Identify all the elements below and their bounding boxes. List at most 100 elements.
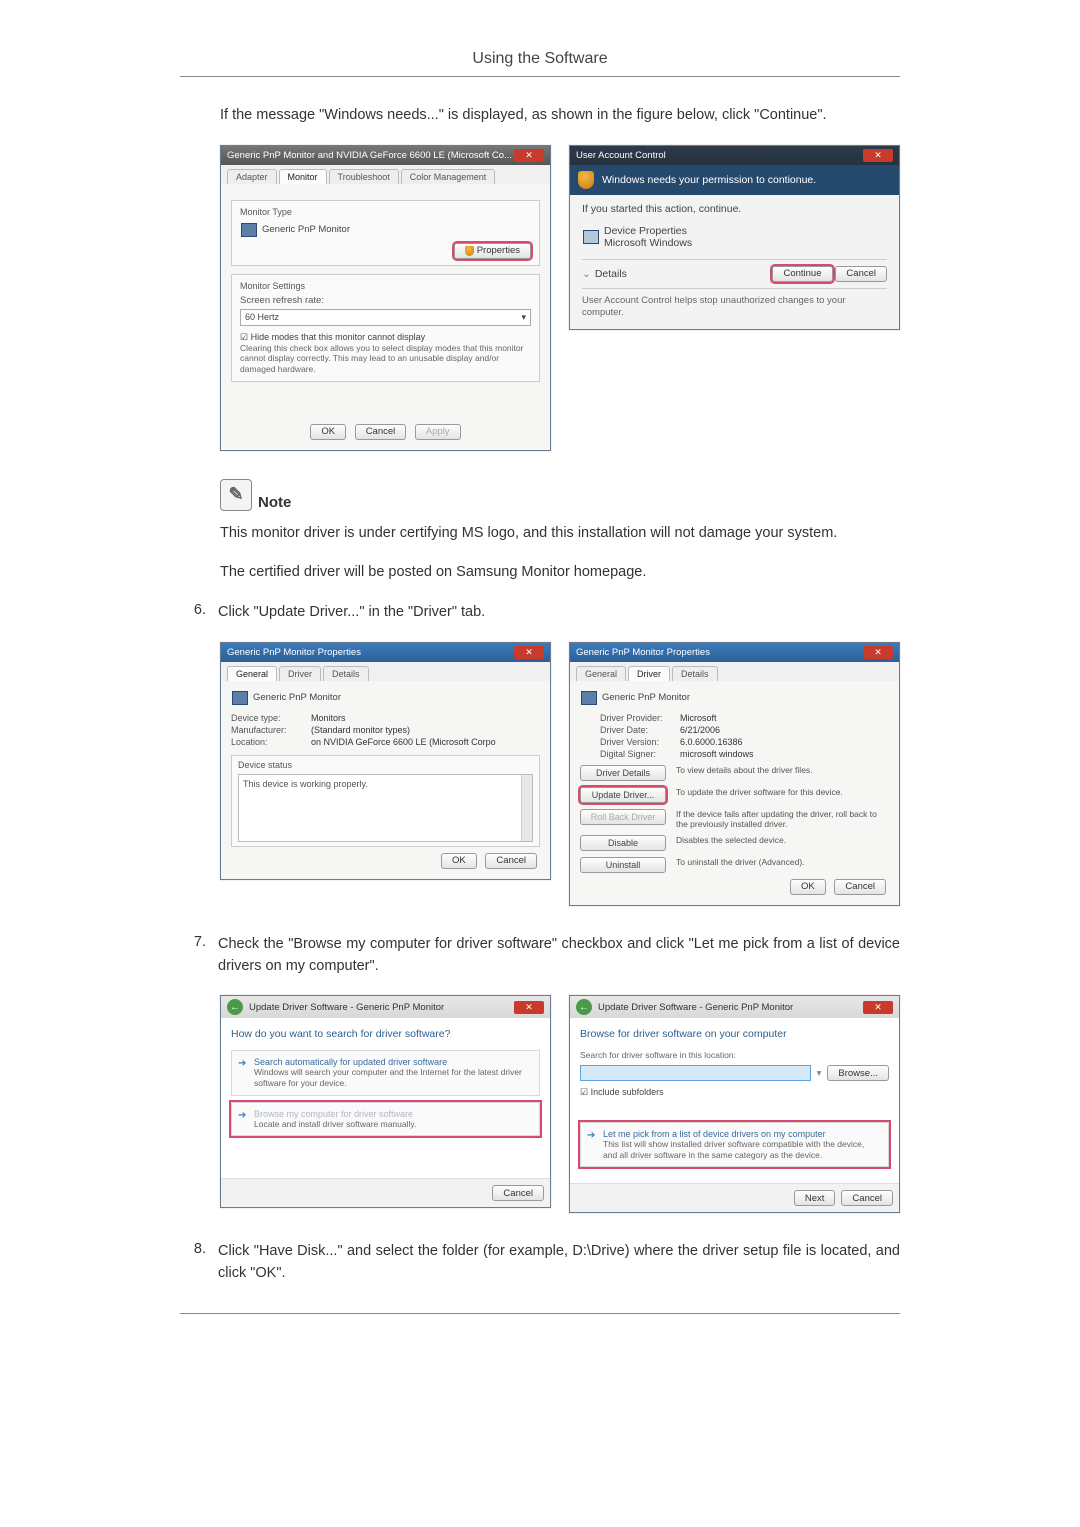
shield-icon <box>465 246 474 256</box>
close-icon[interactable]: ✕ <box>863 1001 893 1014</box>
chevron-down-icon[interactable]: ⌄ <box>582 268 591 280</box>
cancel-button[interactable]: Cancel <box>834 879 886 895</box>
update-driver-desc: To update the driver software for this d… <box>676 787 889 797</box>
device-status-label: Device status <box>238 760 533 770</box>
back-icon[interactable]: ← <box>227 999 243 1015</box>
chevron-down-icon[interactable]: ▾ <box>817 1068 822 1079</box>
uninstall-button[interactable]: Uninstall <box>580 857 666 873</box>
window-title-text: Update Driver Software - Generic PnP Mon… <box>598 1002 793 1013</box>
update-driver-button[interactable]: Update Driver... <box>580 787 666 803</box>
ok-button[interactable]: OK <box>790 879 826 895</box>
close-icon[interactable]: ✕ <box>863 646 893 659</box>
wizard-heading: How do you want to search for driver sof… <box>231 1028 540 1040</box>
tab-general[interactable]: General <box>227 666 277 681</box>
hide-modes-label: Hide modes that this monitor cannot disp… <box>251 332 426 342</box>
window-titlebar: Generic PnP Monitor Properties ✕ <box>221 643 550 662</box>
ok-button[interactable]: OK <box>310 424 346 440</box>
driver-provider-label: Driver Provider: <box>600 713 680 723</box>
note-icon: ✎ <box>220 479 252 511</box>
step-7-number: 7. <box>180 934 206 978</box>
driver-version-label: Driver Version: <box>600 737 680 747</box>
driver-details-button[interactable]: Driver Details <box>580 765 666 781</box>
include-subfolders-label: Include subfolders <box>591 1087 664 1097</box>
option-subtitle: Windows will search your computer and th… <box>254 1067 531 1088</box>
cancel-button[interactable]: Cancel <box>835 266 887 282</box>
step-7: 7. Check the "Browse my computer for dri… <box>180 934 900 978</box>
tab-color-management[interactable]: Color Management <box>401 169 496 184</box>
browse-button[interactable]: Browse... <box>827 1065 889 1081</box>
window-titlebar: Generic PnP Monitor and NVIDIA GeForce 6… <box>221 146 550 165</box>
option-browse-computer[interactable]: ➔ Browse my computer for driver software… <box>231 1102 540 1137</box>
refresh-rate-value: 60 Hertz <box>245 312 279 323</box>
properties-button[interactable]: Properties <box>454 243 531 259</box>
refresh-rate-label: Screen refresh rate: <box>240 295 531 306</box>
step-6-text: Click "Update Driver..." in the "Driver"… <box>218 602 900 624</box>
path-input[interactable] <box>580 1065 811 1081</box>
driver-details-desc: To view details about the driver files. <box>676 765 889 775</box>
tab-troubleshoot[interactable]: Troubleshoot <box>329 169 399 184</box>
driver-provider-value: Microsoft <box>680 713 717 723</box>
window-properties-driver: Generic PnP Monitor Properties ✕ General… <box>569 642 900 906</box>
window-properties-general: Generic PnP Monitor Properties ✕ General… <box>220 642 551 880</box>
window-uac: User Account Control ✕ Windows needs you… <box>569 145 900 330</box>
window-titlebar: ← Update Driver Software - Generic PnP M… <box>221 996 550 1018</box>
divider-top <box>180 76 900 77</box>
window-monitor-adapter: Generic PnP Monitor and NVIDIA GeForce 6… <box>220 145 551 451</box>
option-pick-from-list[interactable]: ➔ Let me pick from a list of device driv… <box>580 1122 889 1167</box>
digital-signer-value: microsoft windows <box>680 749 754 759</box>
hide-modes-note: Clearing this check box allows you to se… <box>240 343 531 375</box>
digital-signer-label: Digital Signer: <box>600 749 680 759</box>
arrow-right-icon: ➔ <box>238 1058 246 1069</box>
apply-button[interactable]: Apply <box>415 424 461 440</box>
device-type-value: Monitors <box>311 713 346 723</box>
window-titlebar: Generic PnP Monitor Properties ✕ <box>570 643 899 662</box>
window-title-text: Generic PnP Monitor Properties <box>576 647 710 658</box>
disable-button[interactable]: Disable <box>580 835 666 851</box>
tab-monitor[interactable]: Monitor <box>279 169 327 184</box>
properties-button-label: Properties <box>477 245 520 256</box>
monitor-icon <box>580 689 598 707</box>
search-location-label: Search for driver software in this locat… <box>580 1050 889 1061</box>
close-icon[interactable]: ✕ <box>514 1001 544 1014</box>
tab-details[interactable]: Details <box>323 666 369 681</box>
uac-banner: Windows needs your permission to contion… <box>602 174 816 186</box>
include-subfolders-checkbox[interactable]: ☑ Include subfolders <box>580 1087 889 1098</box>
monitor-icon <box>231 689 249 707</box>
location-label: Location: <box>231 737 311 747</box>
ok-button[interactable]: OK <box>441 853 477 869</box>
cancel-button[interactable]: Cancel <box>485 853 537 869</box>
tab-details[interactable]: Details <box>672 666 718 681</box>
cancel-button[interactable]: Cancel <box>492 1185 544 1201</box>
option-search-auto[interactable]: ➔ Search automatically for updated drive… <box>231 1050 540 1095</box>
device-name: Generic PnP Monitor <box>253 692 341 703</box>
rollback-driver-button[interactable]: Roll Back Driver <box>580 809 666 825</box>
uac-footer-text: User Account Control helps stop unauthor… <box>582 295 887 319</box>
uninstall-desc: To uninstall the driver (Advanced). <box>676 857 889 867</box>
cancel-button[interactable]: Cancel <box>841 1190 893 1206</box>
hide-modes-checkbox[interactable]: ☑ Hide modes that this monitor cannot di… <box>240 332 531 343</box>
details-button[interactable]: Details <box>595 268 627 280</box>
next-button[interactable]: Next <box>794 1190 836 1206</box>
refresh-rate-select[interactable]: 60 Hertz ▾ <box>240 309 531 326</box>
close-icon[interactable]: ✕ <box>863 149 893 162</box>
back-icon[interactable]: ← <box>576 999 592 1015</box>
uac-publisher: Microsoft Windows <box>604 237 692 249</box>
note-paragraph-1: This monitor driver is under certifying … <box>220 523 900 545</box>
page-title: Using the Software <box>180 50 900 68</box>
device-name: Generic PnP Monitor <box>602 692 690 703</box>
close-icon[interactable]: ✕ <box>514 149 544 162</box>
driver-date-value: 6/21/2006 <box>680 725 720 735</box>
manufacturer-label: Manufacturer: <box>231 725 311 735</box>
close-icon[interactable]: ✕ <box>514 646 544 659</box>
program-icon <box>582 228 600 246</box>
arrow-right-icon: ➔ <box>587 1130 595 1141</box>
step-6: 6. Click "Update Driver..." in the "Driv… <box>180 602 900 624</box>
cancel-button[interactable]: Cancel <box>355 424 407 440</box>
tab-adapter[interactable]: Adapter <box>227 169 277 184</box>
tab-driver[interactable]: Driver <box>628 666 670 681</box>
disable-desc: Disables the selected device. <box>676 835 889 845</box>
tab-general[interactable]: General <box>576 666 626 681</box>
continue-button[interactable]: Continue <box>772 266 832 282</box>
tab-driver[interactable]: Driver <box>279 666 321 681</box>
step-8: 8. Click "Have Disk..." and select the f… <box>180 1241 900 1285</box>
